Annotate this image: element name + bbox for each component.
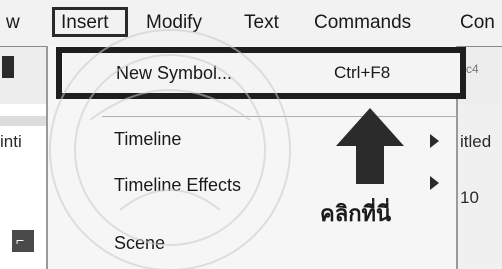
menu-text[interactable]: Text (244, 11, 279, 35)
chevron-right-icon (430, 134, 439, 148)
new-symbol-label: New Symbol... (116, 63, 233, 83)
right-panel (458, 104, 502, 269)
up-arrow-icon (336, 108, 404, 184)
new-symbol-menu-item[interactable]: New Symbol... Ctrl+F8 (56, 47, 466, 99)
menu-commands[interactable]: Commands (314, 11, 411, 35)
click-here-annotation: คลิกที่นี่ (320, 201, 392, 226)
menu-insert[interactable]: Insert (52, 7, 128, 37)
scene-menu-item[interactable]: Scene (48, 228, 456, 262)
timeline-label: Timeline (114, 129, 182, 149)
new-symbol-shortcut: Ctrl+F8 (334, 63, 391, 82)
stage-icon-glyph: ⌐ (16, 232, 25, 248)
timeline-effects-label: Timeline Effects (114, 175, 242, 195)
menu-control[interactable]: Con (460, 11, 495, 35)
scene-label: Scene (114, 233, 166, 253)
menu-modify[interactable]: Modify (146, 11, 202, 35)
frame-number: 10 (460, 188, 479, 207)
document-tab-label-left[interactable]: inti (0, 132, 22, 152)
toolbar-icon[interactable] (2, 56, 14, 78)
chevron-right-icon (430, 176, 439, 190)
field-value: c4 (466, 62, 479, 76)
menu-window[interactable]: w (6, 11, 20, 35)
menu-insert-label: Insert (61, 12, 109, 33)
menubar: w Insert Modify Text Commands Con (0, 0, 502, 47)
document-tab-label-right[interactable]: itled (460, 132, 491, 152)
